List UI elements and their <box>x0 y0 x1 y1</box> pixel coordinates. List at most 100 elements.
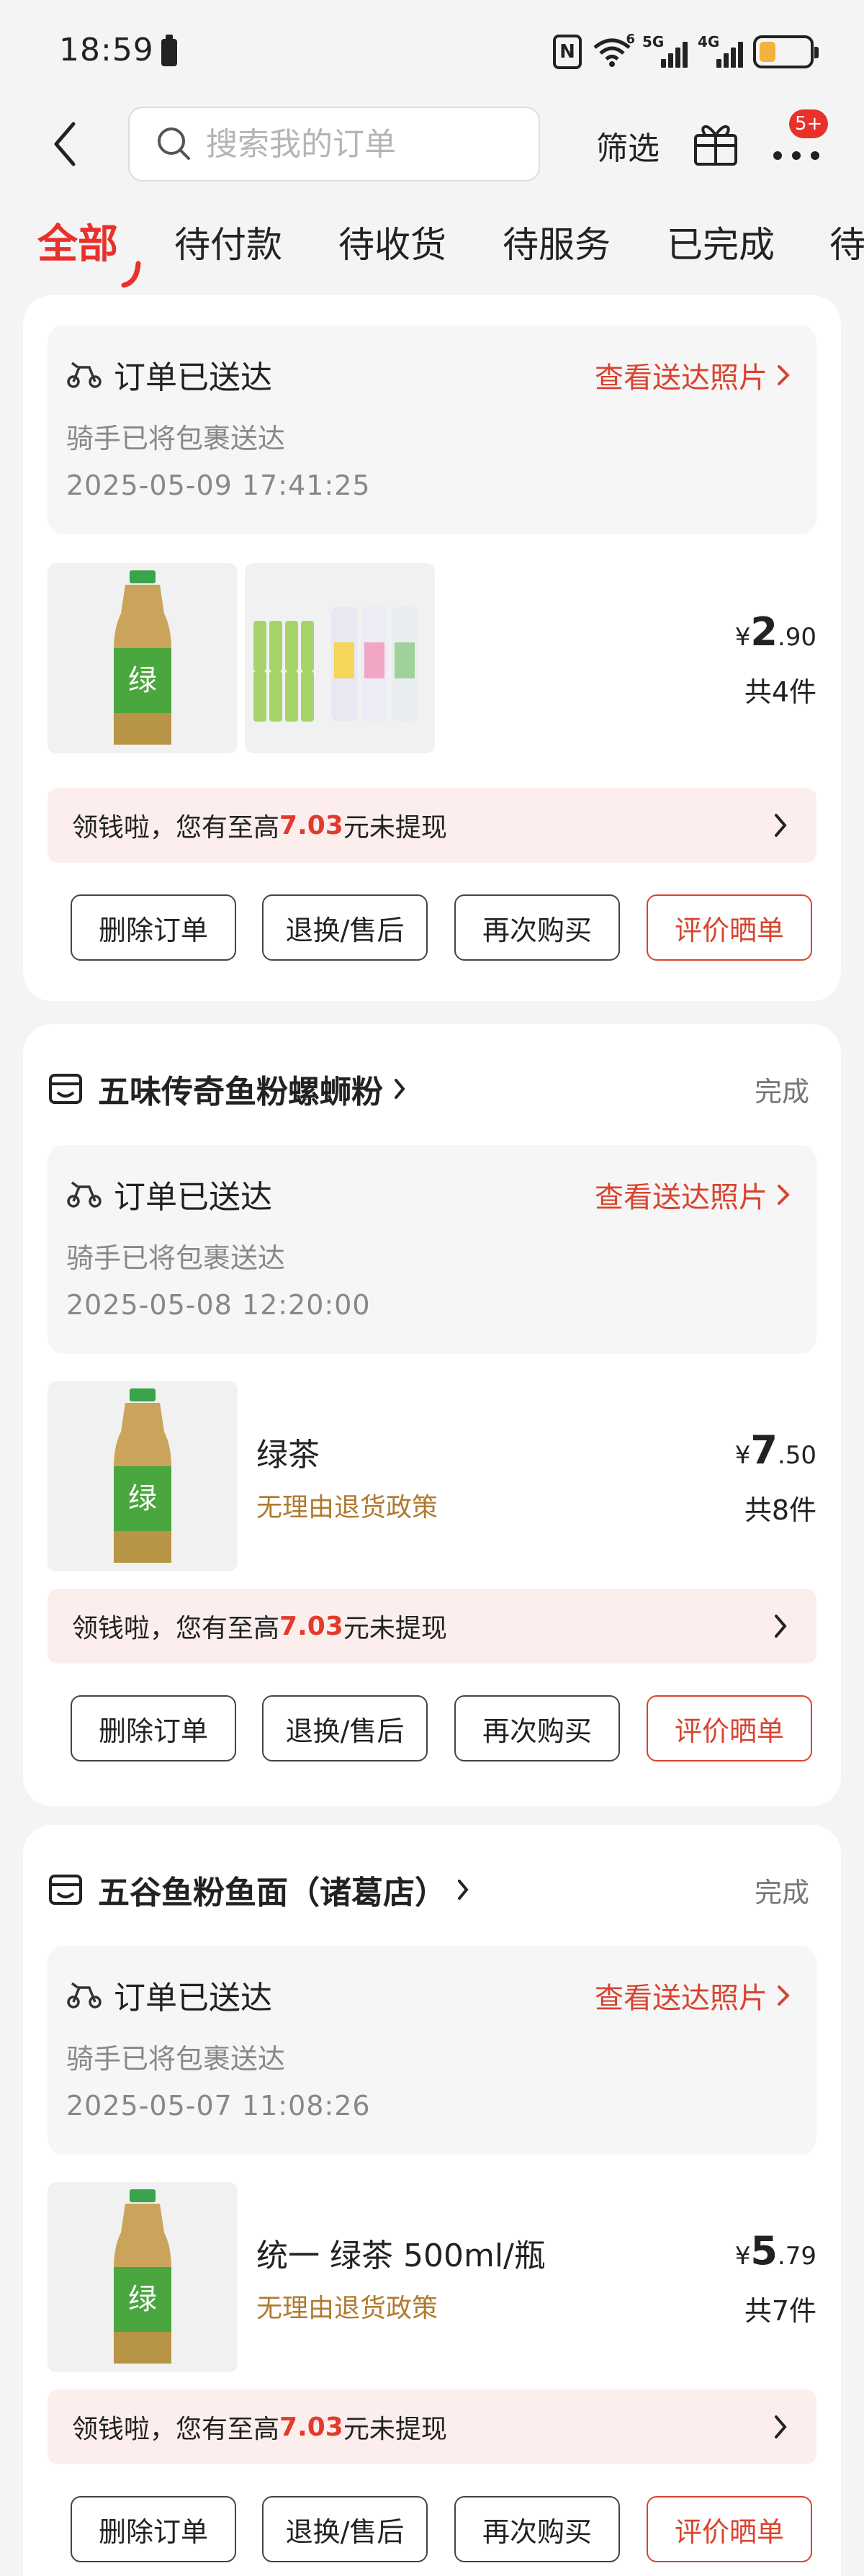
back-button[interactable] <box>43 115 86 173</box>
product-price: ¥2.90 <box>734 609 816 655</box>
order-actions: 删除订单 退换/售后 再次购买 评价晒单 <box>71 2496 819 2562</box>
nfc-icon: N <box>553 35 582 69</box>
wifi-icon: 6 <box>592 32 635 68</box>
product-row[interactable]: 绿 ¥2.90 共4件 <box>48 563 816 753</box>
product-price: ¥5.79 <box>734 2228 816 2274</box>
cash-withdraw-banner[interactable]: 领钱啦，您有至高 7.03 元未提现 <box>48 2389 816 2464</box>
order-tabs: 全部 待付款 待收货 待服务 已完成 待 <box>0 209 864 295</box>
view-delivery-photo-link[interactable]: 查看送达照片 <box>595 1174 791 1216</box>
tab-active-indicator <box>121 261 141 288</box>
wifi-label: 6 <box>626 32 635 47</box>
notification-badge: 5+ <box>789 109 829 138</box>
tab-pending-service[interactable]: 待服务 <box>503 216 611 268</box>
battery-icon <box>753 35 819 68</box>
review-button[interactable]: 评价晒单 <box>647 2496 812 2562</box>
delete-order-button[interactable]: 删除订单 <box>71 2496 236 2562</box>
return-policy: 无理由退货政策 <box>256 2294 438 2323</box>
delivery-status-box: 订单已送达 查看送达照片 骑手已将包裹送达 2025-05-07 11:08:2… <box>48 1946 816 2155</box>
store-name: 五谷鱼粉鱼面（诸葛店） <box>98 1875 446 1911</box>
tab-more[interactable]: 待 <box>829 216 864 268</box>
cash-withdraw-banner[interactable]: 领钱啦，您有至高 7.03 元未提现 <box>48 788 816 863</box>
status-icons: N 6 5G 4G <box>553 32 819 72</box>
product-count: 共7件 <box>744 2295 816 2327</box>
cash-amount: 7.03 <box>279 1611 343 1641</box>
search-input[interactable] <box>206 125 523 163</box>
order-status: 完成 <box>754 1876 809 1908</box>
rebuy-button[interactable]: 再次购买 <box>454 894 620 961</box>
svg-text:绿: 绿 <box>128 664 157 697</box>
tab-pending-payment[interactable]: 待付款 <box>174 216 282 268</box>
chevron-right-icon <box>458 1880 469 1900</box>
after-sale-button[interactable]: 退换/售后 <box>262 894 428 961</box>
rebuy-button[interactable]: 再次购买 <box>454 2496 620 2562</box>
delivery-time: 2025-05-07 11:08:26 <box>66 2090 371 2122</box>
order-actions: 删除订单 退换/售后 再次购买 评价晒单 <box>71 1695 819 1762</box>
delivery-time: 2025-05-09 17:41:25 <box>66 470 371 501</box>
delivery-status-box: 订单已送达 查看送达照片 骑手已将包裹送达 2025-05-08 12:20:0… <box>48 1145 816 1354</box>
view-delivery-photo-link[interactable]: 查看送达照片 <box>595 1975 791 2016</box>
store-icon <box>49 1875 82 1905</box>
view-delivery-photo-link[interactable]: 查看送达照片 <box>595 354 791 396</box>
product-image-green-tea[interactable]: 绿 <box>48 563 238 753</box>
svg-text:绿: 绿 <box>128 1482 157 1515</box>
product-count: 共4件 <box>744 676 816 708</box>
after-sale-button[interactable]: 退换/售后 <box>262 1695 428 1762</box>
signal-5g-icon: 5G <box>642 33 688 68</box>
cash-withdraw-banner[interactable]: 领钱啦，您有至高 7.03 元未提现 <box>48 1589 816 1664</box>
product-row[interactable]: 绿 统一 绿茶 500ml/瓶 无理由退货政策 ¥5.79 共7件 <box>48 2182 816 2372</box>
tab-completed[interactable]: 已完成 <box>667 216 775 268</box>
tab-all[interactable]: 全部 <box>37 212 118 270</box>
order-card: 订单已送达 查看送达照片 骑手已将包裹送达 2025-05-09 17:41:2… <box>23 295 841 1001</box>
delivery-title: 订单已送达 <box>114 1179 272 1216</box>
delivery-scooter-icon <box>67 362 102 388</box>
chevron-right-icon <box>395 1079 405 1099</box>
chevron-right-icon <box>778 1985 790 2006</box>
delivery-time: 2025-05-08 12:20:00 <box>66 1289 371 1321</box>
delivery-scooter-icon <box>67 1982 102 2009</box>
order-actions: 删除订单 退换/售后 再次购买 评价晒单 <box>71 894 819 961</box>
store-row[interactable]: 五谷鱼粉鱼面（诸葛店） 完成 <box>48 1861 816 1918</box>
delete-order-button[interactable]: 删除订单 <box>71 1695 236 1762</box>
search-box[interactable] <box>128 107 540 181</box>
rebuy-button[interactable]: 再次购买 <box>454 1695 620 1762</box>
signal-4g-icon: 4G <box>698 33 743 68</box>
after-sale-button[interactable]: 退换/售后 <box>262 2496 428 2562</box>
delivery-title: 订单已送达 <box>114 359 272 396</box>
cash-amount: 7.03 <box>279 810 343 840</box>
svg-text:绿: 绿 <box>128 2283 157 2316</box>
status-time: 18:59 <box>59 32 154 68</box>
battery-saver-icon <box>161 35 177 66</box>
gift-icon[interactable] <box>691 117 740 169</box>
product-count: 共8件 <box>744 1494 816 1526</box>
delivery-scooter-icon <box>67 1181 102 1208</box>
product-image-green-tea[interactable]: 绿 <box>48 1381 238 1571</box>
product-image-green-tea[interactable]: 绿 <box>48 2182 238 2372</box>
product-price: ¥7.50 <box>734 1427 816 1473</box>
product-name: 统一 绿茶 500ml/瓶 <box>256 2238 546 2274</box>
chevron-right-icon <box>775 814 787 837</box>
store-name: 五味传奇鱼粉螺蛳粉 <box>98 1074 383 1110</box>
delivery-subtitle: 骑手已将包裹送达 <box>66 423 286 454</box>
store-row[interactable]: 五味传奇鱼粉螺蛳粉 完成 <box>48 1060 816 1118</box>
chevron-right-icon <box>778 1185 790 1205</box>
chevron-right-icon <box>778 365 790 385</box>
tab-pending-receipt[interactable]: 待收货 <box>338 216 446 268</box>
delivery-title: 订单已送达 <box>114 1980 272 2016</box>
back-arrow-icon <box>54 122 76 166</box>
search-icon <box>158 127 190 160</box>
chevron-right-icon <box>775 1615 787 1638</box>
delivery-subtitle: 骑手已将包裹送达 <box>66 2043 286 2075</box>
order-card: 五味传奇鱼粉螺蛳粉 完成 订单已送达 查看送达照片 骑手已将包裹送达 2025-… <box>23 1024 841 1806</box>
product-name: 绿茶 <box>256 1437 320 1473</box>
status-bar: 18:59 N 6 5G 4G <box>0 0 864 101</box>
review-button[interactable]: 评价晒单 <box>647 1695 812 1762</box>
product-image-drink-bundle[interactable] <box>245 563 435 753</box>
order-card: 五谷鱼粉鱼面（诸葛店） 完成 订单已送达 查看送达照片 骑手已将包裹送达 202… <box>23 1825 841 2576</box>
filter-button[interactable]: 筛选 <box>596 122 660 169</box>
chevron-right-icon <box>775 2415 787 2438</box>
store-icon <box>49 1074 82 1104</box>
product-row[interactable]: 绿 绿茶 无理由退货政策 ¥7.50 共8件 <box>48 1381 816 1571</box>
review-button[interactable]: 评价晒单 <box>647 894 812 961</box>
order-status: 完成 <box>754 1075 809 1108</box>
delete-order-button[interactable]: 删除订单 <box>71 894 236 961</box>
